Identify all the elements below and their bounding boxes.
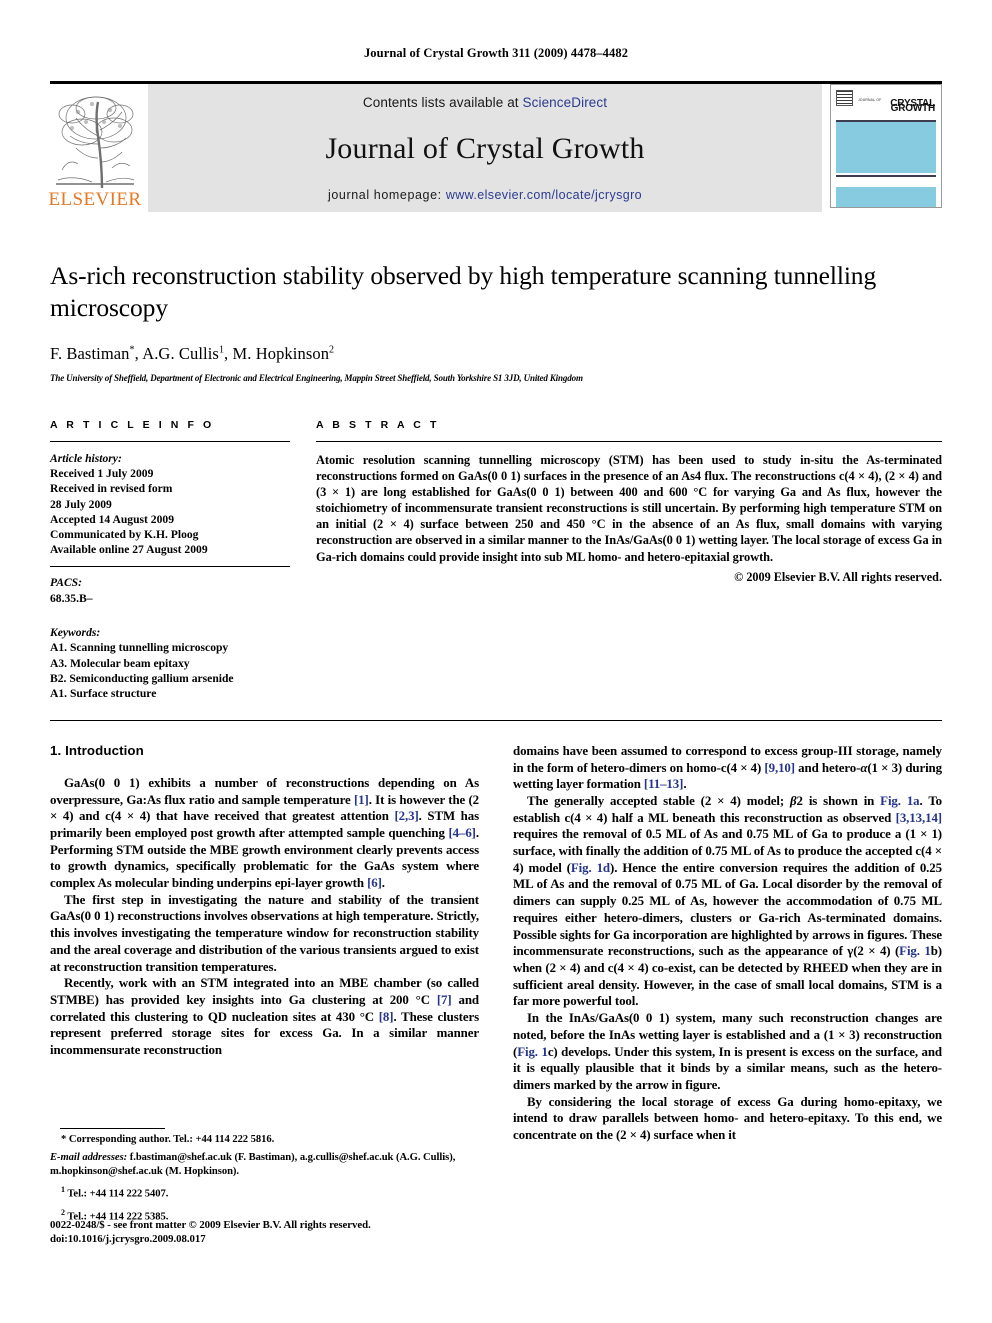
- footnote-rule: [60, 1128, 165, 1129]
- paragraph: GaAs(0 0 1) exhibits a number of reconst…: [50, 775, 480, 891]
- doi-line: doi:10.1016/j.jcrysgro.2009.08.017: [50, 1233, 206, 1245]
- article-history: Article history: Received 1 July 2009 Re…: [50, 451, 290, 557]
- article-history-item: Available online 27 August 2009: [50, 543, 208, 557]
- abstract-rule: [316, 441, 942, 442]
- abstract-text: Atomic resolution scanning tunnelling mi…: [316, 453, 942, 564]
- figure-link[interactable]: Fig. 1: [517, 1045, 548, 1059]
- paper-page: Journal of Crystal Growth 311 (2009) 447…: [0, 0, 992, 1323]
- article-history-item: Received 1 July 2009: [50, 467, 154, 481]
- cover-title-block: JOURNAL OF CRYSTAL GROWTH: [856, 89, 936, 114]
- cover-white-gap: [836, 176, 936, 188]
- pacs-label: PACS:: [50, 576, 82, 590]
- pacs-rule: [50, 566, 290, 568]
- article-info-column: A R T I C L E I N F O Article history: R…: [50, 419, 290, 702]
- keyword-item: B2. Semiconducting gallium arsenide: [50, 672, 234, 686]
- affiliation: The University of Sheffield, Department …: [50, 373, 583, 383]
- figure-link[interactable]: Fig. 1a: [880, 794, 919, 808]
- contents-lists-line: Contents lists available at ScienceDirec…: [363, 95, 607, 110]
- footnote-emails-label: E-mail addresses:: [50, 1152, 128, 1163]
- sciencedirect-link[interactable]: ScienceDirect: [523, 95, 608, 110]
- keywords-block: Keywords: A1. Scanning tunnelling micros…: [50, 625, 290, 702]
- abstract-copyright: © 2009 Elsevier B.V. All rights reserved…: [734, 569, 942, 584]
- elsevier-wordmark: ELSEVIER: [48, 189, 142, 210]
- contents-lists-prefix: Contents lists available at: [362, 95, 523, 110]
- journal-homepage-link[interactable]: www.elsevier.com/locate/jcrysgro: [446, 188, 642, 202]
- issn-line: 0022-0248/$ - see front matter © 2009 El…: [50, 1219, 371, 1231]
- keyword-item: A1. Scanning tunnelling microscopy: [50, 641, 229, 655]
- cover-mini-logo-icon: [836, 90, 853, 106]
- article-info-rule: [50, 441, 290, 442]
- article-history-label: Article history:: [50, 452, 122, 465]
- footnote-corresponding-author: * Corresponding author. Tel.: +44 114 22…: [61, 1134, 275, 1145]
- footnote-marker-1: 1: [61, 1185, 65, 1194]
- article-history-item: Accepted 14 August 2009: [50, 512, 174, 526]
- masthead-center: Contents lists available at ScienceDirec…: [148, 84, 822, 212]
- title-block: As-rich reconstruction stability observe…: [50, 260, 942, 383]
- cover-header: JOURNAL OF CRYSTAL GROWTH: [836, 89, 936, 118]
- section-heading-introduction: 1. Introduction: [50, 742, 144, 758]
- cover-title-line2: GROWTH: [890, 102, 936, 114]
- citation-link[interactable]: [2,3]: [394, 809, 418, 823]
- paragraph: The generally accepted stable (2 × 4) mo…: [513, 793, 943, 1009]
- cover-image-band: [836, 121, 936, 174]
- paragraph: By considering the local storage of exce…: [513, 1094, 942, 1143]
- article-history-item: 28 July 2009: [50, 497, 112, 511]
- body-separator-rule: [50, 719, 942, 721]
- abstract-column: A B S T R A C T Atomic resolution scanni…: [316, 419, 942, 702]
- running-head: Journal of Crystal Growth 311 (2009) 447…: [363, 46, 629, 60]
- figure-link[interactable]: Fig. 1: [899, 944, 931, 958]
- citation-link[interactable]: [1]: [354, 793, 369, 807]
- keyword-item: A3. Molecular beam epitaxy: [50, 656, 190, 670]
- info-abstract-row: A R T I C L E I N F O Article history: R…: [50, 419, 942, 702]
- issn-doi-block: 0022-0248/$ - see front matter © 2009 El…: [50, 1218, 510, 1246]
- body-column-right: domains have been assumed to correspond …: [513, 743, 942, 1144]
- article-history-item: Communicated by K.H. Ploog: [50, 528, 199, 542]
- elsevier-tree-icon: [52, 92, 138, 190]
- citation-link[interactable]: [9,10]: [764, 761, 795, 775]
- citation-link[interactable]: [3,13,14]: [896, 811, 942, 825]
- pacs-block: PACS: 68.35.B–: [50, 575, 290, 605]
- citation-link[interactable]: [6]: [367, 876, 382, 890]
- paragraph: Recently, work with an STM integrated in…: [50, 976, 479, 1058]
- journal-homepage-line: journal homepage: www.elsevier.com/locat…: [328, 188, 642, 202]
- keyword-item: A1. Surface structure: [50, 687, 157, 701]
- body-column-left: 1. Introduction GaAs(0 0 1) exhibits a n…: [50, 743, 479, 1144]
- journal-masthead: ELSEVIER Contents lists available at Sci…: [48, 81, 942, 212]
- paragraph: In the InAs/GaAs(0 0 1) system, many suc…: [513, 1011, 942, 1092]
- elsevier-logo: ELSEVIER: [48, 84, 142, 212]
- paragraph: domains have been assumed to correspond …: [513, 743, 942, 792]
- abstract-heading: A B S T R A C T: [316, 419, 440, 431]
- footnote-tel-1-value: Tel.: +44 114 222 5407.: [67, 1188, 169, 1200]
- citation-link[interactable]: [7]: [437, 993, 452, 1007]
- citation-link[interactable]: [4–6]: [448, 826, 476, 840]
- footnote-emails: E-mail addresses: f.bastiman@shef.ac.uk …: [50, 1151, 479, 1179]
- page-title: As-rich reconstruction stability observe…: [50, 261, 877, 322]
- keywords-label: Keywords:: [50, 625, 101, 639]
- footnote-tel-1: 1 Tel.: +44 114 222 5407.: [50, 1183, 479, 1202]
- citation-link[interactable]: [11–13]: [644, 777, 684, 791]
- body-columns: 1. Introduction GaAs(0 0 1) exhibits a n…: [50, 743, 942, 1144]
- journal-cover-thumbnail: JOURNAL OF CRYSTAL GROWTH: [830, 84, 942, 208]
- figure-link[interactable]: Fig. 1d: [571, 861, 610, 875]
- citation-link[interactable]: [8]: [379, 1010, 394, 1024]
- author-list: F. Bastiman*, A.G. Cullis1, M. Hopkinson…: [50, 344, 335, 363]
- journal-title: Journal of Crystal Growth: [325, 132, 645, 165]
- journal-homepage-prefix: journal homepage:: [327, 188, 446, 202]
- article-history-item: Received in revised form: [50, 482, 173, 496]
- article-info-heading: A R T I C L E I N F O: [50, 419, 215, 431]
- paragraph: The first step in investigating the natu…: [50, 892, 479, 974]
- footnote-block: * Corresponding author. Tel.: +44 114 22…: [50, 1128, 479, 1224]
- footnote-marker-2: 2: [61, 1207, 65, 1217]
- cover-image-band-2: [836, 187, 936, 207]
- pacs-item: 68.35.B–: [50, 591, 93, 605]
